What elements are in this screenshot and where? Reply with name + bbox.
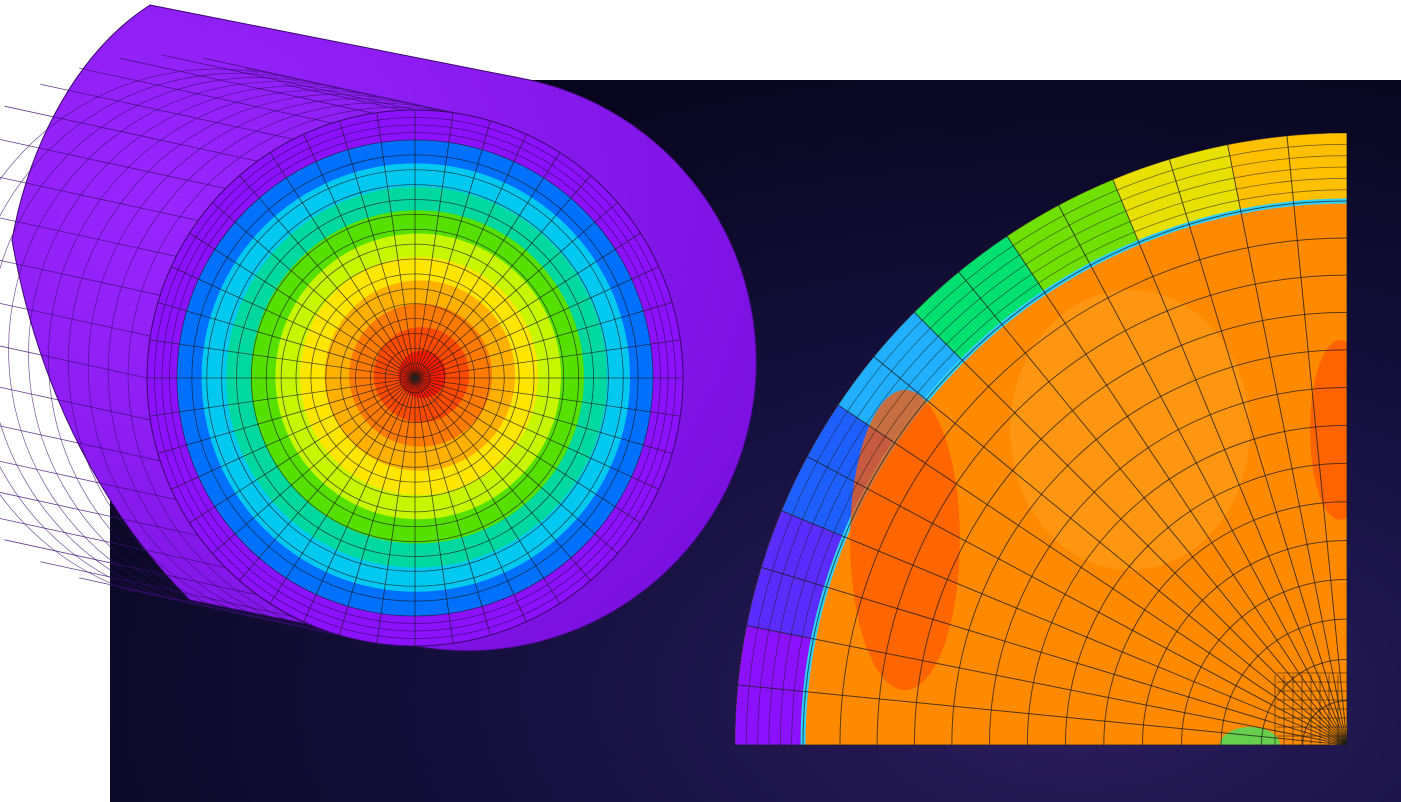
- figure-scene: [0, 0, 1401, 802]
- center-node: [412, 375, 418, 381]
- figure-svg: [0, 4, 1401, 802]
- hot-patch: [850, 390, 960, 690]
